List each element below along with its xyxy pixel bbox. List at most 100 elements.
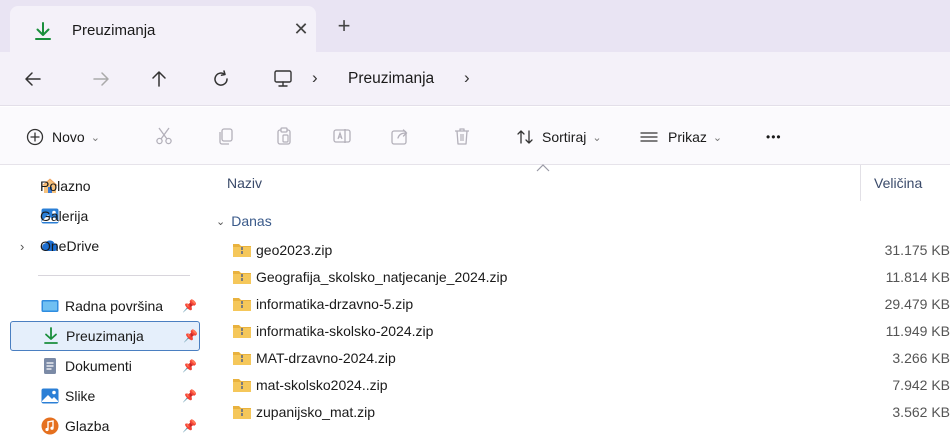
tab-downloads[interactable]: Preuzimanja ✕ bbox=[10, 6, 316, 52]
zip-folder-icon bbox=[232, 404, 252, 420]
tab-bar: Preuzimanja ✕ + bbox=[0, 0, 950, 52]
zip-folder-icon bbox=[232, 242, 252, 258]
file-list: Naziv Veličina ⌄ Danas geo2023.zip 31.17… bbox=[200, 163, 950, 435]
zip-folder-icon bbox=[232, 323, 252, 339]
back-arrow-icon bbox=[25, 72, 41, 86]
pin-icon[interactable]: 📌 bbox=[182, 389, 197, 403]
file-row[interactable]: geo2023.zip 31.175 KB bbox=[200, 237, 950, 264]
sidebar-item-label: Radna površina bbox=[65, 298, 164, 314]
group-header-today[interactable]: ⌄ Danas bbox=[216, 213, 272, 229]
up-arrow-icon bbox=[152, 71, 166, 87]
forward-button[interactable] bbox=[88, 66, 114, 92]
file-name: MAT-drzavno-2024.zip bbox=[256, 350, 396, 366]
pictures-icon bbox=[40, 386, 60, 406]
sidebar-item-pictures[interactable]: Slike 📌 bbox=[10, 381, 200, 411]
sidebar-item-home[interactable]: Polazno bbox=[10, 171, 200, 201]
sidebar-item-label: Preuzimanja bbox=[66, 328, 144, 344]
close-tab-icon[interactable]: ✕ bbox=[290, 18, 312, 40]
column-header-size[interactable]: Veličina bbox=[874, 175, 922, 191]
file-row[interactable]: informatika-skolsko-2024.zip 11.949 KB bbox=[200, 318, 950, 345]
sidebar-item-documents[interactable]: Dokumenti 📌 bbox=[10, 351, 200, 381]
column-header-name[interactable]: Naziv bbox=[227, 175, 262, 191]
zip-folder-icon bbox=[232, 377, 252, 393]
sidebar-item-label: Glazba bbox=[65, 418, 110, 434]
cut-icon[interactable] bbox=[152, 124, 176, 148]
chevron-down-icon: ⌄ bbox=[216, 215, 226, 228]
sort-button-label: Sortiraj bbox=[542, 129, 587, 145]
sidebar-item-desktop[interactable]: Radna površina 📌 bbox=[10, 291, 200, 321]
file-row[interactable]: mat-skolsko2024..zip 7.942 KB bbox=[200, 372, 950, 399]
document-icon bbox=[40, 356, 60, 376]
sidebar-item-label: Dokumenti bbox=[65, 358, 132, 374]
pin-icon[interactable]: 📌 bbox=[182, 419, 197, 433]
file-name: mat-skolsko2024..zip bbox=[256, 377, 388, 393]
delete-icon[interactable] bbox=[450, 124, 474, 148]
sidebar-item-downloads[interactable]: Preuzimanja 📌 bbox=[10, 321, 200, 351]
sidebar-item-music[interactable]: Glazba 📌 bbox=[10, 411, 200, 435]
breadcrumb-separator[interactable]: › bbox=[464, 68, 470, 88]
file-row[interactable]: informatika-drzavno-5.zip 29.479 KB bbox=[200, 291, 950, 318]
desktop-icon bbox=[40, 296, 60, 316]
new-button[interactable]: Novo ⌄ bbox=[26, 125, 100, 149]
file-row[interactable]: Geografija_skolsko_natjecanje_2024.zip 1… bbox=[200, 264, 950, 291]
file-size: 3.562 KB bbox=[892, 404, 950, 420]
computer-icon bbox=[272, 68, 294, 93]
zip-folder-icon bbox=[232, 350, 252, 366]
music-icon bbox=[40, 416, 60, 435]
view-button-label: Prikaz bbox=[668, 129, 707, 145]
file-name: geo2023.zip bbox=[256, 242, 333, 258]
file-row[interactable]: zupanijsko_mat.zip 3.562 KB bbox=[200, 399, 950, 426]
paste-icon[interactable] bbox=[272, 124, 296, 148]
sidebar-divider bbox=[38, 275, 190, 276]
forward-arrow-icon bbox=[93, 72, 109, 86]
more-options-button[interactable]: ••• bbox=[766, 125, 782, 149]
sidebar-item-label: Slike bbox=[65, 388, 96, 404]
file-row[interactable]: MAT-drzavno-2024.zip 3.266 KB bbox=[200, 345, 950, 372]
navigation-bar: › Preuzimanja › bbox=[0, 52, 950, 106]
sort-button[interactable]: Sortiraj ⌄ bbox=[516, 125, 602, 149]
file-name: Geografija_skolsko_natjecanje_2024.zip bbox=[256, 269, 508, 285]
file-name: informatika-drzavno-5.zip bbox=[256, 296, 414, 312]
copy-icon[interactable] bbox=[214, 124, 238, 148]
download-icon bbox=[41, 326, 61, 346]
navigation-pane: Polazno Galerija › OneDrive Radna površi… bbox=[0, 165, 200, 435]
group-label: Danas bbox=[231, 213, 272, 229]
chevron-down-icon: ⌄ bbox=[712, 131, 723, 144]
sidebar-item-onedrive[interactable]: › OneDrive bbox=[10, 231, 200, 261]
pin-icon[interactable]: 📌 bbox=[182, 299, 197, 313]
file-size: 3.266 KB bbox=[892, 350, 950, 366]
sidebar-item-label: OneDrive bbox=[40, 238, 100, 254]
file-name: informatika-skolsko-2024.zip bbox=[256, 323, 434, 339]
up-button[interactable] bbox=[146, 66, 172, 92]
share-icon[interactable] bbox=[388, 124, 412, 148]
address-bar[interactable]: › Preuzimanja › bbox=[260, 58, 950, 100]
sort-arrows-icon bbox=[516, 128, 534, 146]
sidebar-item-label: Galerija bbox=[40, 208, 89, 224]
refresh-button[interactable] bbox=[208, 66, 234, 92]
pin-icon[interactable]: 📌 bbox=[183, 329, 198, 343]
list-view-icon bbox=[640, 128, 658, 146]
new-button-label: Novo bbox=[52, 129, 85, 145]
pin-icon[interactable]: 📌 bbox=[182, 359, 197, 373]
zip-folder-icon bbox=[232, 269, 252, 285]
sidebar-item-label: Polazno bbox=[40, 178, 91, 194]
command-bar: Novo ⌄ Sortiraj ⌄ Prikaz ⌄ ••• bbox=[0, 107, 950, 165]
column-divider[interactable] bbox=[860, 165, 861, 201]
file-name: zupanijsko_mat.zip bbox=[256, 404, 376, 420]
file-size: 7.942 KB bbox=[892, 377, 950, 393]
file-size: 11.949 KB bbox=[885, 323, 950, 339]
view-button[interactable]: Prikaz ⌄ bbox=[640, 125, 722, 149]
refresh-icon bbox=[214, 70, 228, 86]
back-button[interactable] bbox=[20, 66, 46, 92]
breadcrumb-separator[interactable]: › bbox=[312, 68, 318, 88]
plus-circle-icon bbox=[26, 128, 44, 146]
sidebar-item-gallery[interactable]: Galerija bbox=[10, 201, 200, 231]
chevron-down-icon: ⌄ bbox=[90, 131, 100, 144]
rename-icon[interactable] bbox=[330, 124, 354, 148]
new-tab-button[interactable]: + bbox=[334, 15, 354, 37]
download-icon bbox=[32, 20, 54, 42]
breadcrumb-downloads[interactable]: Preuzimanja bbox=[348, 70, 434, 88]
chevron-right-icon[interactable]: › bbox=[20, 239, 24, 254]
file-size: 31.175 KB bbox=[884, 242, 950, 258]
sort-ascending-icon bbox=[536, 163, 550, 175]
